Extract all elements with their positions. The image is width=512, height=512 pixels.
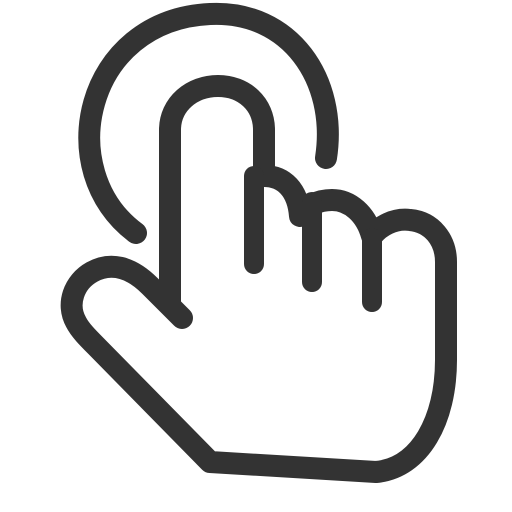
icon-canvas bbox=[0, 0, 512, 512]
hand-outline bbox=[60, 75, 457, 483]
tap-gesture-icon bbox=[60, 2, 457, 483]
